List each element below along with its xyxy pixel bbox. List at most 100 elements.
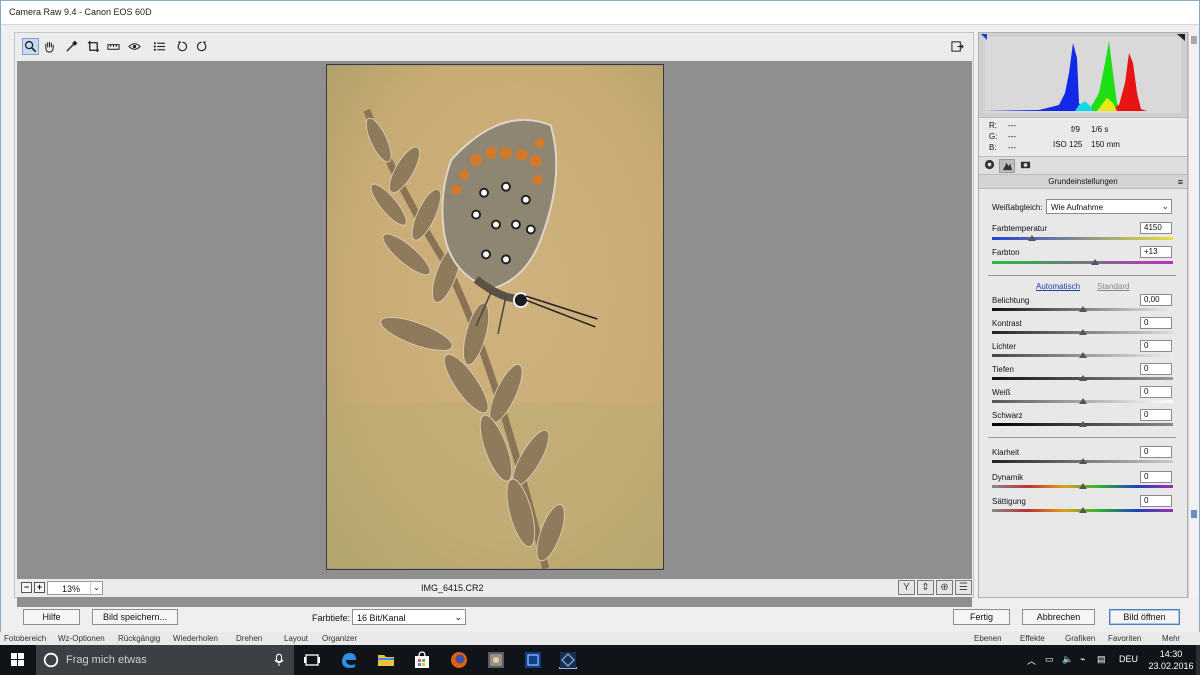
edge-browser-icon[interactable] (340, 651, 358, 669)
temperature-slider-thumb[interactable] (1027, 235, 1036, 241)
show-desktop-button[interactable] (1196, 645, 1200, 675)
system-clock[interactable]: 14:30 23.02.2016 (1148, 648, 1194, 672)
swap-settings-button[interactable]: ⇕ (917, 580, 934, 595)
menu-item[interactable]: Fotobereich (4, 634, 46, 643)
tint-field[interactable]: +13 (1140, 246, 1172, 258)
panel-menu-icon[interactable]: ≡ (1178, 175, 1183, 189)
default-link[interactable]: Standard (1097, 282, 1129, 291)
auto-link[interactable]: Automatisch (1036, 282, 1080, 291)
volume-icon[interactable]: 🔈 (1062, 654, 1073, 665)
zoom-tool-button[interactable] (22, 38, 39, 55)
done-button[interactable]: Fertig (953, 609, 1010, 625)
menu-item[interactable]: Rückgängig (118, 634, 160, 643)
scroll-thumb[interactable] (1191, 510, 1197, 518)
preview-status-bar: − + 13% ⌄ IMG_6415.CR2 Y ⇕ ⊕ ☰ (15, 579, 973, 597)
red-eye-tool-button[interactable] (126, 38, 143, 55)
menu-item[interactable]: Grafiken (1065, 634, 1095, 643)
shadows-slider-thumb[interactable] (1078, 375, 1087, 381)
white-balance-select[interactable]: Wie Aufnahme ⌄ (1046, 199, 1172, 214)
vibrance-slider-thumb[interactable] (1078, 483, 1087, 489)
preferences-button[interactable] (151, 38, 168, 55)
zoom-level-select[interactable]: 13% ⌄ (47, 581, 103, 595)
battery-icon[interactable]: ▭ (1045, 654, 1054, 665)
menu-item[interactable]: Organizer (322, 634, 357, 643)
menu-item[interactable]: Ebenen (974, 634, 1002, 643)
clarity-slider-thumb[interactable] (1078, 458, 1087, 464)
tab-camera[interactable] (1017, 159, 1033, 173)
save-image-button[interactable]: Bild speichern... (92, 609, 178, 625)
whites-field[interactable]: 0 (1140, 386, 1172, 398)
photoshop-elements-icon[interactable] (524, 651, 542, 669)
scroll-up-arrow[interactable] (1191, 36, 1197, 44)
photo-image (327, 65, 663, 569)
hand-tool-button[interactable] (41, 38, 58, 55)
panel-title: Grundeinstellungen ≡ (979, 175, 1187, 189)
fullscreen-toggle-button[interactable] (949, 38, 966, 55)
temperature-field[interactable]: 4150 (1140, 222, 1172, 234)
depth-value: 16 Bit/Kanal (357, 613, 406, 623)
menu-item[interactable]: Effekte (1020, 634, 1045, 643)
rotate-left-button[interactable] (174, 38, 191, 55)
contrast-slider-thumb[interactable] (1078, 329, 1087, 335)
whites-label: Weiß (992, 388, 1011, 397)
file-explorer-icon[interactable] (377, 651, 395, 669)
chevron-up-icon[interactable]: ︿ (1027, 654, 1036, 667)
cancel-button[interactable]: Abbrechen (1022, 609, 1095, 625)
taskbar-search[interactable]: Frag mich etwas (36, 645, 294, 675)
open-image-button[interactable]: Bild öffnen (1109, 609, 1180, 625)
butterfly-photo (326, 64, 664, 570)
menu-item[interactable]: Wiederholen (173, 634, 218, 643)
view-settings-button[interactable]: ☰ (955, 580, 972, 595)
saturation-slider-thumb[interactable] (1078, 507, 1087, 513)
camera-raw-taskbar-icon[interactable] (559, 651, 577, 669)
store-icon[interactable] (413, 651, 431, 669)
menu-item[interactable]: Wz-Optionen (58, 634, 105, 643)
image-preview[interactable] (17, 61, 972, 607)
whites-slider-thumb[interactable] (1078, 398, 1087, 404)
exposure-slider-thumb[interactable] (1078, 306, 1087, 312)
main-area: − + 13% ⌄ IMG_6415.CR2 Y ⇕ ⊕ ☰ (14, 32, 974, 607)
start-button[interactable] (0, 645, 36, 675)
tint-slider[interactable] (992, 261, 1173, 264)
photo-app-icon[interactable] (487, 651, 505, 669)
before-after-y-button[interactable]: Y (898, 580, 915, 595)
rotate-right-button[interactable] (193, 38, 210, 55)
language-indicator[interactable]: DEU (1119, 654, 1138, 664)
notification-icon[interactable]: ▤ (1097, 654, 1106, 665)
tint-slider-thumb[interactable] (1091, 259, 1100, 265)
blacks-label: Schwarz (992, 411, 1023, 420)
tab-tone-curve[interactable] (999, 159, 1015, 173)
saturation-field[interactable]: 0 (1140, 495, 1172, 507)
cortana-icon (43, 652, 59, 668)
depth-select[interactable]: 16 Bit/Kanal ⌄ (352, 609, 466, 625)
highlights-slider-thumb[interactable] (1078, 352, 1087, 358)
straighten-tool-button[interactable] (105, 38, 122, 55)
microphone-icon[interactable] (274, 653, 284, 667)
divider (988, 275, 1176, 276)
crop-tool-button[interactable] (85, 38, 102, 55)
menu-item[interactable]: Drehen (236, 634, 262, 643)
highlights-field[interactable]: 0 (1140, 340, 1172, 352)
vibrance-field[interactable]: 0 (1140, 471, 1172, 483)
tab-basic-aperture[interactable] (981, 159, 997, 173)
clarity-field[interactable]: 0 (1140, 446, 1172, 458)
blacks-field[interactable]: 0 (1140, 409, 1172, 421)
zoom-out-button[interactable]: − (21, 582, 32, 593)
copy-settings-button[interactable]: ⊕ (936, 580, 953, 595)
menu-item[interactable]: Favoriten (1108, 634, 1141, 643)
contrast-field[interactable]: 0 (1140, 317, 1172, 329)
clock-date: 23.02.2016 (1148, 661, 1194, 671)
right-scrollbar[interactable] (1188, 32, 1199, 598)
menu-item[interactable]: Mehr (1162, 634, 1180, 643)
network-icon[interactable]: ⌁ (1080, 654, 1085, 665)
firefox-icon[interactable] (450, 651, 468, 669)
blacks-slider-thumb[interactable] (1078, 421, 1087, 427)
task-view-icon[interactable] (303, 651, 321, 669)
shadows-field[interactable]: 0 (1140, 363, 1172, 375)
temperature-slider[interactable] (992, 237, 1173, 240)
white-balance-tool-button[interactable] (63, 38, 80, 55)
zoom-in-button[interactable]: + (34, 582, 45, 593)
help-button[interactable]: Hilfe (23, 609, 80, 625)
menu-item[interactable]: Layout (284, 634, 308, 643)
exposure-field[interactable]: 0,00 (1140, 294, 1172, 306)
